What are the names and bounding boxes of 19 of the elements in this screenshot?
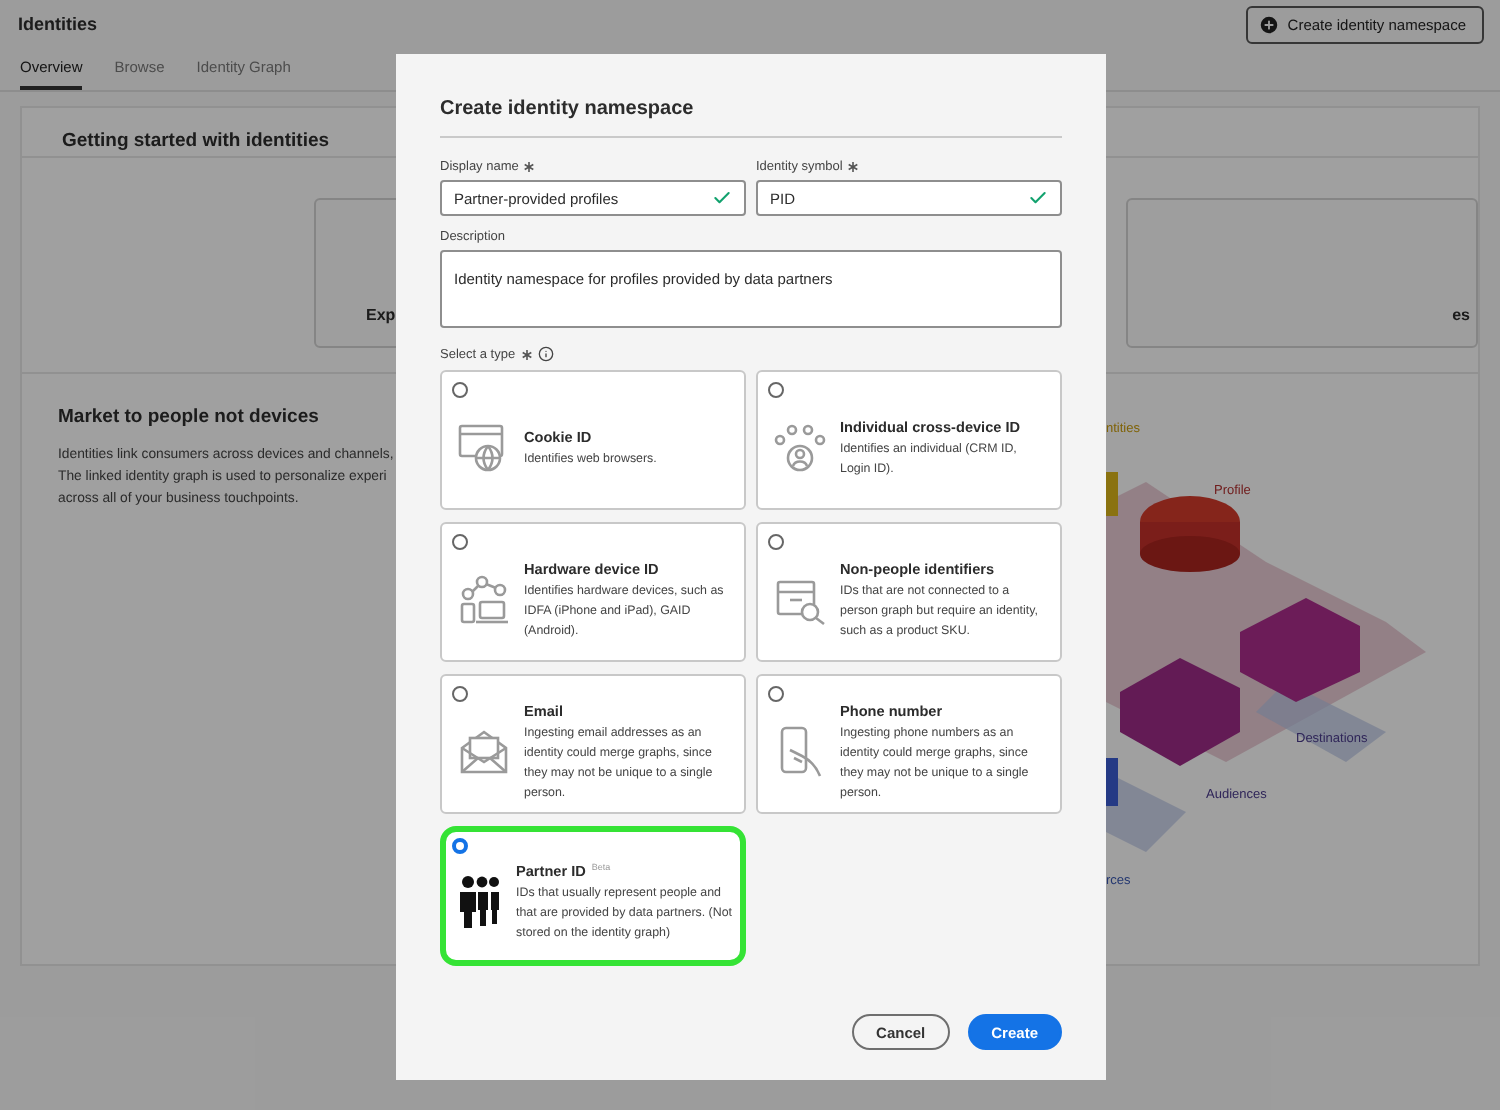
radio-button[interactable] — [768, 686, 784, 702]
envelope-icon — [458, 726, 510, 778]
radio-button[interactable] — [452, 382, 468, 398]
add-icon — [1257, 14, 1280, 36]
radio-button[interactable] — [452, 534, 468, 550]
radio-button[interactable] — [768, 534, 784, 550]
radio-button[interactable] — [452, 838, 468, 854]
people-icon — [458, 874, 502, 930]
devices-icon — [458, 574, 510, 626]
card-title: Exp — [366, 306, 396, 324]
radio-button[interactable] — [768, 382, 784, 398]
info-icon[interactable] — [537, 346, 554, 362]
person-network-icon — [774, 422, 826, 474]
card-title: es — [1452, 306, 1470, 324]
radio-button[interactable] — [452, 686, 468, 702]
dialog-title: Create identity namespace — [440, 98, 1062, 138]
market-title: Market to people not devices — [58, 406, 319, 428]
section-title: Getting started with identities — [62, 130, 330, 152]
page-title: Identities — [18, 14, 98, 34]
